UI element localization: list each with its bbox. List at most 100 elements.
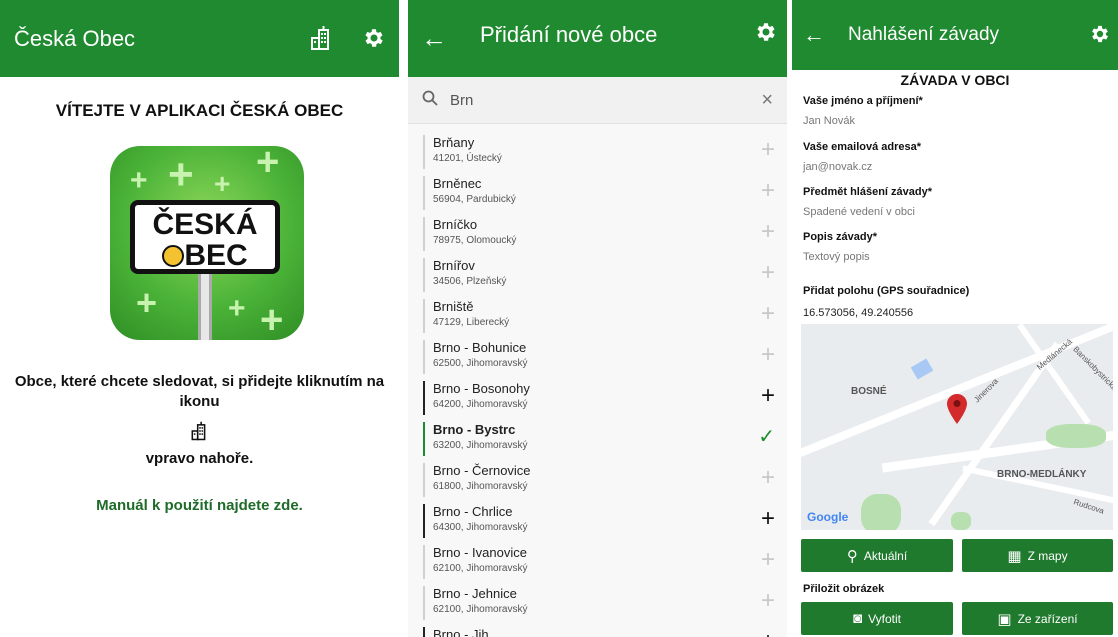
back-arrow-icon[interactable]: ← <box>416 20 452 56</box>
add-icon[interactable]: + <box>761 466 775 490</box>
from-device-button[interactable]: ▣ Ze zařízení <box>962 602 1113 635</box>
add-icon[interactable]: + <box>761 589 775 613</box>
map-label-street2: Banskobystrická <box>1071 344 1113 393</box>
city-postal-region: 34506, Plzeňský <box>433 276 507 287</box>
email-label: Vaše emailová adresa* <box>803 141 922 153</box>
city-name: Brno - Jehnice <box>433 586 517 601</box>
city-postal-region: 56904, Pardubický <box>433 194 516 205</box>
city-name: Brniště <box>433 299 474 314</box>
gear-icon[interactable] <box>356 20 392 56</box>
app-logo: + + + + + + + ČESKÁ BEC <box>110 146 304 340</box>
add-icon[interactable]: + <box>761 261 775 285</box>
add-icon[interactable]: + <box>761 507 775 531</box>
city-list-item[interactable]: Brno - Ivanovice 62100, Jihomoravský + <box>408 542 787 583</box>
home-screen: Česká Obec VÍTEJTE V APLIKACI ČESKÁ OBEC… <box>0 0 399 637</box>
sign-post <box>198 274 212 340</box>
app-title: Česká Obec <box>14 25 136 51</box>
map-pin-icon <box>947 394 967 429</box>
back-arrow-icon[interactable]: ← <box>796 17 832 53</box>
city-list-item[interactable]: Brno - Jehnice 62100, Jihomoravský + <box>408 583 787 624</box>
add-icon[interactable]: + <box>761 138 775 162</box>
city-postal-region: 78975, Olomoucký <box>433 235 517 246</box>
item-marker <box>423 381 425 415</box>
manual-link[interactable]: Manuál k použití najdete zde. <box>0 497 399 514</box>
city-list-item[interactable]: Brno - Jih60200, Jihomoravský+ <box>408 624 787 637</box>
city-postal-region: 62100, Jihomoravský <box>433 604 528 615</box>
city-postal-region: 63200, Jihomoravský <box>433 440 528 451</box>
city-name: Brno - Bystrc <box>433 422 516 437</box>
logo-text-line2: BEC <box>184 239 248 272</box>
city-postal-region: 47129, Liberecký <box>433 317 510 328</box>
search-input[interactable]: Brn <box>450 92 473 109</box>
app-bar: ← Přidání nové obce <box>408 0 787 77</box>
location-add-icon: ⚲ <box>846 547 858 565</box>
logo-sign: ČESKÁ BEC <box>130 200 280 274</box>
description-field[interactable]: Textový popis <box>803 251 870 263</box>
city-name: Brno - Jih <box>433 627 489 637</box>
city-postal-region: 64200, Jihomoravský <box>433 399 528 410</box>
image-add-icon: ▣ <box>997 610 1012 628</box>
city-list-item[interactable]: Brňany 41201, Ústecký + <box>408 132 787 173</box>
attach-image-label: Přiložit obrázek <box>803 583 885 595</box>
add-icon[interactable]: + <box>761 220 775 244</box>
city-list-item[interactable]: Brniště 47129, Liberecký + <box>408 296 787 337</box>
subject-field[interactable]: Spadené vedení v obci <box>803 206 915 218</box>
add-city-screen: ← Přidání nové obce Brn × Brňany 41201, Ú… <box>408 0 787 637</box>
city-postal-region: 61800, Jihomoravský <box>433 481 528 492</box>
city-list-item[interactable]: Brno - Bystrc 63200, Jihomoravský ✓ <box>408 419 787 460</box>
add-icon[interactable]: + <box>761 548 775 572</box>
instruction-text: Obce, které chcete sledovat, si přidejte… <box>14 373 385 410</box>
buildings-icon-inline <box>190 420 210 447</box>
add-icon[interactable]: + <box>761 384 775 408</box>
city-list-item[interactable]: Brno - Chrlice 64300, Jihomoravský + <box>408 501 787 542</box>
clear-search-icon[interactable]: × <box>761 89 773 112</box>
description-label: Popis závady* <box>803 231 877 243</box>
city-name: Brněnec <box>433 176 482 191</box>
screen-title: Přidání nové obce <box>480 22 658 47</box>
city-list-item[interactable]: Brno - Bohunice 62500, Jihomoravský + <box>408 337 787 378</box>
item-marker <box>423 504 425 538</box>
map-label-bosne: BOSNÉ <box>851 386 887 397</box>
add-icon[interactable]: + <box>761 179 775 203</box>
city-list-item[interactable]: Brno - Bosonohy 64200, Jihomoravský + <box>408 378 787 419</box>
name-label: Vaše jméno a příjmení* <box>803 95 923 107</box>
current-location-button[interactable]: ⚲ Aktuální <box>801 539 953 572</box>
city-name: Brníčko <box>433 217 478 232</box>
check-icon[interactable]: ✓ <box>758 425 775 449</box>
city-list-item[interactable]: Brnířov 34506, Plzeňský + <box>408 255 787 296</box>
city-postal-region: 62100, Jihomoravský <box>433 563 528 574</box>
add-icon[interactable]: + <box>761 630 775 637</box>
email-field[interactable]: jan@novak.cz <box>803 161 872 173</box>
item-marker <box>423 545 425 579</box>
name-field[interactable]: Jan Novák <box>803 115 855 127</box>
add-icon[interactable]: + <box>761 302 775 326</box>
search-bar: Brn × <box>408 77 787 124</box>
buildings-icon[interactable] <box>304 20 340 56</box>
map-view[interactable]: BOSNÉ BRNO-MEDLÁNKY Medlánecká Banskobys… <box>801 324 1113 530</box>
city-list-item[interactable]: Brníčko 78975, Olomoucký + <box>408 214 787 255</box>
search-icon <box>422 90 438 111</box>
item-marker <box>423 135 425 169</box>
camera-add-icon: ◙ <box>853 610 863 627</box>
take-photo-button[interactable]: ◙ Vyfotit <box>801 602 953 635</box>
gear-icon[interactable] <box>748 14 784 50</box>
gear-icon[interactable] <box>1082 16 1118 52</box>
city-name: Brno - Ivanovice <box>433 545 527 560</box>
gps-label: Přidat polohu (GPS souřadnice) <box>803 285 970 297</box>
city-name: Brnířov <box>433 258 475 273</box>
city-name: Brno - Bosonohy <box>433 381 530 396</box>
item-marker <box>423 176 425 210</box>
subject-label: Předmět hlášení závady* <box>803 186 933 198</box>
item-marker <box>423 463 425 497</box>
city-list-item[interactable]: Brno - Černovice 61800, Jihomoravský + <box>408 460 787 501</box>
item-marker <box>423 299 425 333</box>
app-bar: Česká Obec <box>0 0 399 77</box>
city-list-item[interactable]: Brněnec 56904, Pardubický + <box>408 173 787 214</box>
city-list: Brňany 41201, Ústecký + Brněnec 56904, Pardu… <box>408 124 787 637</box>
from-map-button[interactable]: ▦ Z mapy <box>962 539 1113 572</box>
city-name: Brňany <box>433 135 475 150</box>
item-marker <box>423 340 425 374</box>
instruction-suffix: vpravo nahoře. <box>145 450 254 467</box>
add-icon[interactable]: + <box>761 343 775 367</box>
map-add-icon: ▦ <box>1007 547 1022 565</box>
